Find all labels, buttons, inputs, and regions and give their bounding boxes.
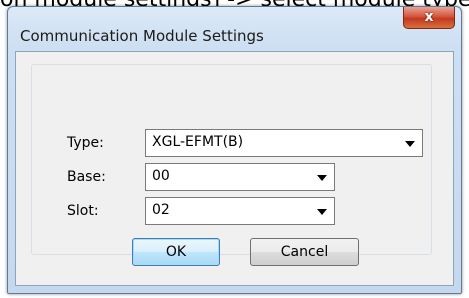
base-label: Base: <box>67 169 106 185</box>
close-button[interactable]: x <box>403 7 455 29</box>
chevron-down-icon <box>405 141 415 147</box>
base-value: 00 <box>152 168 170 184</box>
ok-button[interactable]: OK <box>132 238 220 266</box>
slot-label: Slot: <box>67 203 99 219</box>
chevron-down-icon <box>317 175 327 181</box>
dialog-client-area: Type: XGL-EFMT(B) Base: 00 Slot: 02 OK C… <box>15 51 454 286</box>
type-value: XGL-EFMT(B) <box>152 134 244 150</box>
cancel-button[interactable]: Cancel <box>250 238 359 266</box>
title-bar[interactable]: Communication Module Settings x <box>8 7 461 51</box>
type-dropdown[interactable]: XGL-EFMT(B) <box>145 129 423 157</box>
type-label: Type: <box>67 135 104 151</box>
communication-module-settings-dialog: Communication Module Settings x Type: XG… <box>7 6 462 294</box>
window-title: Communication Module Settings <box>20 27 264 45</box>
slot-dropdown[interactable]: 02 <box>145 197 335 225</box>
chevron-down-icon <box>317 209 327 215</box>
base-dropdown[interactable]: 00 <box>145 163 335 191</box>
slot-value: 02 <box>152 202 170 218</box>
close-icon: x <box>424 9 434 25</box>
settings-group: Type: XGL-EFMT(B) Base: 00 Slot: 02 <box>31 64 432 255</box>
